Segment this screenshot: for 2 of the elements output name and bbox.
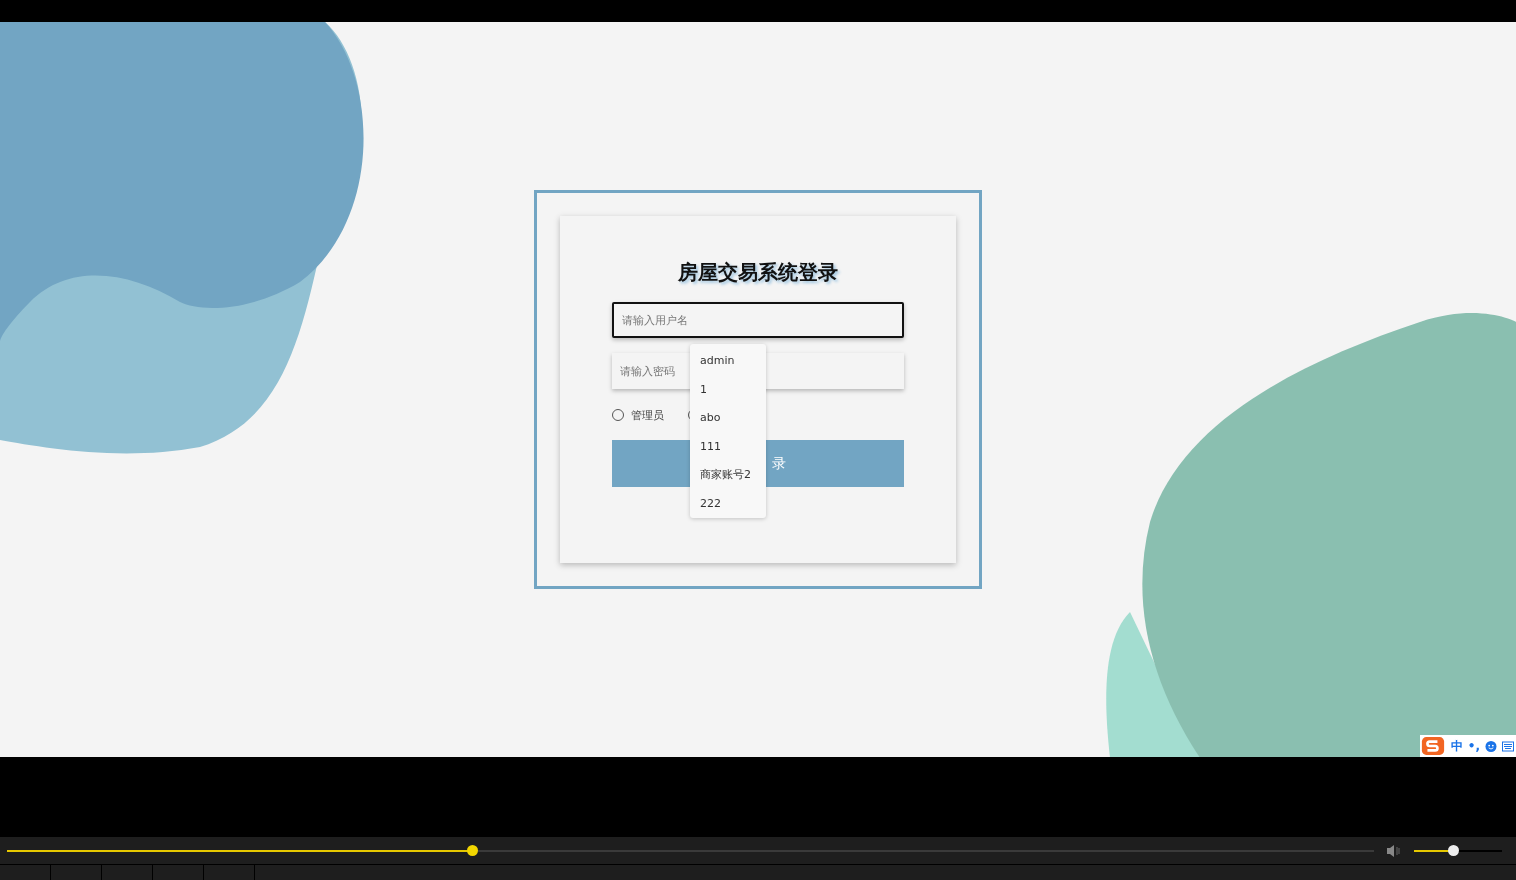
login-title: 房屋交易系统登录 (677, 259, 839, 286)
radio-label: 管理员 (631, 407, 664, 423)
